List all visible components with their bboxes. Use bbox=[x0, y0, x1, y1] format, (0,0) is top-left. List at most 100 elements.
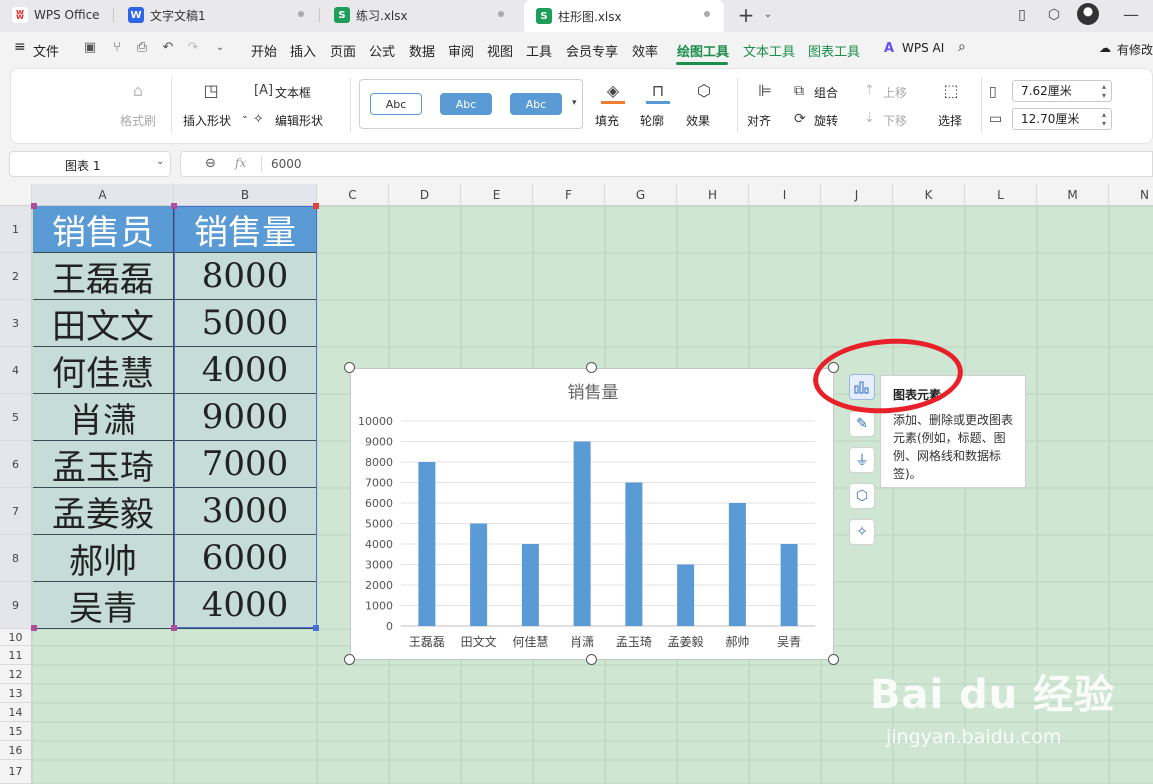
menu-view[interactable]: 视图 bbox=[487, 41, 513, 60]
column-header-j[interactable]: J bbox=[821, 184, 893, 206]
table-cell[interactable]: 9000 bbox=[174, 394, 317, 441]
menu-text-tools[interactable]: 文本工具 bbox=[743, 41, 795, 60]
outline-button[interactable]: 轮廓 bbox=[640, 112, 664, 129]
chevron-down-icon[interactable]: ⌄ bbox=[156, 156, 164, 167]
row-header-6[interactable]: 6 bbox=[0, 441, 32, 488]
row-header-4[interactable]: 4 bbox=[0, 347, 32, 394]
row-header-9[interactable]: 9 bbox=[0, 582, 32, 629]
align-button[interactable]: 对齐 bbox=[747, 112, 771, 129]
table-cell[interactable]: 王磊磊 bbox=[33, 253, 174, 300]
row-header-11[interactable]: 11 bbox=[0, 646, 32, 665]
table-cell[interactable]: 吴青 bbox=[33, 582, 174, 629]
menu-insert[interactable]: 插入 bbox=[290, 41, 316, 60]
print-preview-icon[interactable]: ⎙ bbox=[135, 41, 149, 55]
menu-page[interactable]: 页面 bbox=[330, 41, 356, 60]
table-header-cell[interactable]: 销售员 bbox=[33, 206, 174, 253]
tab-close-dot-icon[interactable] bbox=[298, 11, 304, 17]
shape-style-outline[interactable]: Abc bbox=[370, 93, 422, 115]
column-header-d[interactable]: D bbox=[389, 184, 461, 206]
menu-wps-ai[interactable]: WPS AI bbox=[902, 41, 944, 55]
effect-icon[interactable]: ⬡ bbox=[691, 81, 717, 101]
fill-bucket-icon[interactable]: ◈ bbox=[600, 81, 626, 101]
tab-practice-xlsx[interactable]: S 练习.xlsx bbox=[322, 0, 518, 30]
row-header-2[interactable]: 2 bbox=[0, 253, 32, 300]
row-header-12[interactable]: 12 bbox=[0, 665, 32, 684]
chart-settings-icon[interactable]: ⬡ bbox=[849, 483, 875, 509]
align-icon[interactable]: ⊫ bbox=[753, 81, 777, 101]
shape-style-filled-alt[interactable]: Abc bbox=[510, 93, 562, 115]
new-tab-plus-icon[interactable]: + bbox=[737, 5, 755, 25]
tab-close-dot-icon[interactable] bbox=[498, 11, 504, 17]
send-backward-button[interactable]: 下移 bbox=[883, 112, 907, 129]
resize-handle-bottom-right[interactable] bbox=[828, 654, 839, 665]
column-header-c[interactable]: C bbox=[317, 184, 389, 206]
table-cell[interactable]: 肖潇 bbox=[33, 394, 174, 441]
rotate-icon[interactable]: ⟳ bbox=[794, 109, 806, 129]
table-cell[interactable]: 3000 bbox=[174, 488, 317, 535]
bar-chart[interactable]: 销售量 0 1000 2000 3000 4000 5000 6000 7000 8000 9000… bbox=[350, 368, 834, 660]
table-cell[interactable]: 田文文 bbox=[33, 300, 174, 347]
column-header-n[interactable]: N bbox=[1109, 184, 1153, 206]
stepper-arrows-icon[interactable]: ▴ ▾ bbox=[1102, 110, 1106, 128]
table-cell[interactable]: 何佳慧 bbox=[33, 347, 174, 394]
share-icon[interactable]: ⑂ bbox=[110, 41, 124, 55]
table-cell[interactable]: 孟玉琦 bbox=[33, 441, 174, 488]
chart-magic-icon[interactable]: ✧ bbox=[849, 519, 875, 545]
search-icon[interactable]: ⌕ bbox=[958, 39, 966, 55]
modified-status[interactable]: 有修改 bbox=[1117, 41, 1153, 58]
shape-style-filled[interactable]: Abc bbox=[440, 93, 492, 115]
cloud-sync-icon[interactable]: ☁ bbox=[1099, 41, 1111, 55]
row-header-13[interactable]: 13 bbox=[0, 684, 32, 703]
table-cell[interactable]: 郝帅 bbox=[33, 535, 174, 582]
formula-input[interactable]: ⊖ fx 6000 bbox=[180, 151, 1153, 177]
rotate-button[interactable]: 旋转 bbox=[814, 112, 838, 129]
tab-bar-chart-xlsx[interactable]: S 柱形图.xlsx bbox=[524, 0, 724, 32]
user-avatar[interactable] bbox=[1077, 3, 1099, 25]
hamburger-menu-icon[interactable]: ≡ bbox=[14, 39, 26, 55]
effect-button[interactable]: 效果 bbox=[686, 112, 710, 129]
zoom-search-icon[interactable]: ⊖ bbox=[205, 156, 216, 171]
cube-icon[interactable]: ⬡ bbox=[1045, 6, 1063, 24]
save-icon[interactable]: ▣ bbox=[83, 41, 97, 55]
row-header-17[interactable]: 17 bbox=[0, 760, 32, 784]
column-header-a[interactable]: A bbox=[32, 184, 174, 206]
outline-icon[interactable]: ⊓ bbox=[645, 81, 671, 101]
row-header-14[interactable]: 14 bbox=[0, 703, 32, 722]
range-handle[interactable] bbox=[313, 203, 319, 209]
stepper-arrows-icon[interactable]: ▴ ▾ bbox=[1102, 82, 1106, 100]
name-box[interactable]: 图表 1 ⌄ bbox=[9, 151, 171, 177]
range-handle[interactable] bbox=[171, 625, 177, 631]
column-header-k[interactable]: K bbox=[893, 184, 965, 206]
select-all-corner[interactable] bbox=[0, 184, 32, 206]
insert-shape-button[interactable]: 插入形状 bbox=[183, 112, 231, 129]
row-header-8[interactable]: 8 bbox=[0, 535, 32, 582]
menu-file[interactable]: 文件 bbox=[33, 41, 59, 60]
edit-shape-icon[interactable]: ⟡ bbox=[254, 109, 263, 129]
table-cell[interactable]: 7000 bbox=[174, 441, 317, 488]
group-icon[interactable]: ⧉ bbox=[794, 81, 804, 101]
layout-icon[interactable]: ▯ bbox=[1013, 6, 1031, 24]
column-header-b[interactable]: B bbox=[174, 184, 317, 206]
row-header-5[interactable]: 5 bbox=[0, 394, 32, 441]
row-header-3[interactable]: 3 bbox=[0, 300, 32, 347]
menu-drawing-tools[interactable]: 绘图工具 bbox=[677, 41, 729, 60]
bring-forward-icon[interactable]: ⇡ bbox=[864, 81, 875, 101]
row-header-10[interactable]: 10 bbox=[0, 629, 32, 646]
menu-data[interactable]: 数据 bbox=[409, 41, 435, 60]
resize-handle-top[interactable] bbox=[586, 362, 597, 373]
undo-icon[interactable]: ↶ bbox=[161, 41, 175, 55]
resize-handle-top-left[interactable] bbox=[344, 362, 355, 373]
row-header-16[interactable]: 16 bbox=[0, 741, 32, 760]
column-header-h[interactable]: H bbox=[677, 184, 749, 206]
table-cell[interactable]: 4000 bbox=[174, 347, 317, 394]
row-header-1[interactable]: 1 bbox=[0, 206, 32, 253]
range-handle[interactable] bbox=[313, 625, 319, 631]
chevron-down-icon[interactable]: ⌄ bbox=[759, 6, 777, 24]
shape-height-input[interactable]: 7.62厘米 ▴ ▾ bbox=[1012, 80, 1112, 102]
tab-wps-office[interactable]: ʬ WPS Office bbox=[0, 0, 112, 30]
table-cell[interactable]: 8000 bbox=[174, 253, 317, 300]
gallery-expand-icon[interactable]: ▾ bbox=[572, 98, 577, 108]
chart-style-brush-icon[interactable]: ✎ bbox=[849, 411, 875, 437]
resize-handle-bottom-left[interactable] bbox=[344, 654, 355, 665]
menu-efficiency[interactable]: 效率 bbox=[632, 41, 658, 60]
